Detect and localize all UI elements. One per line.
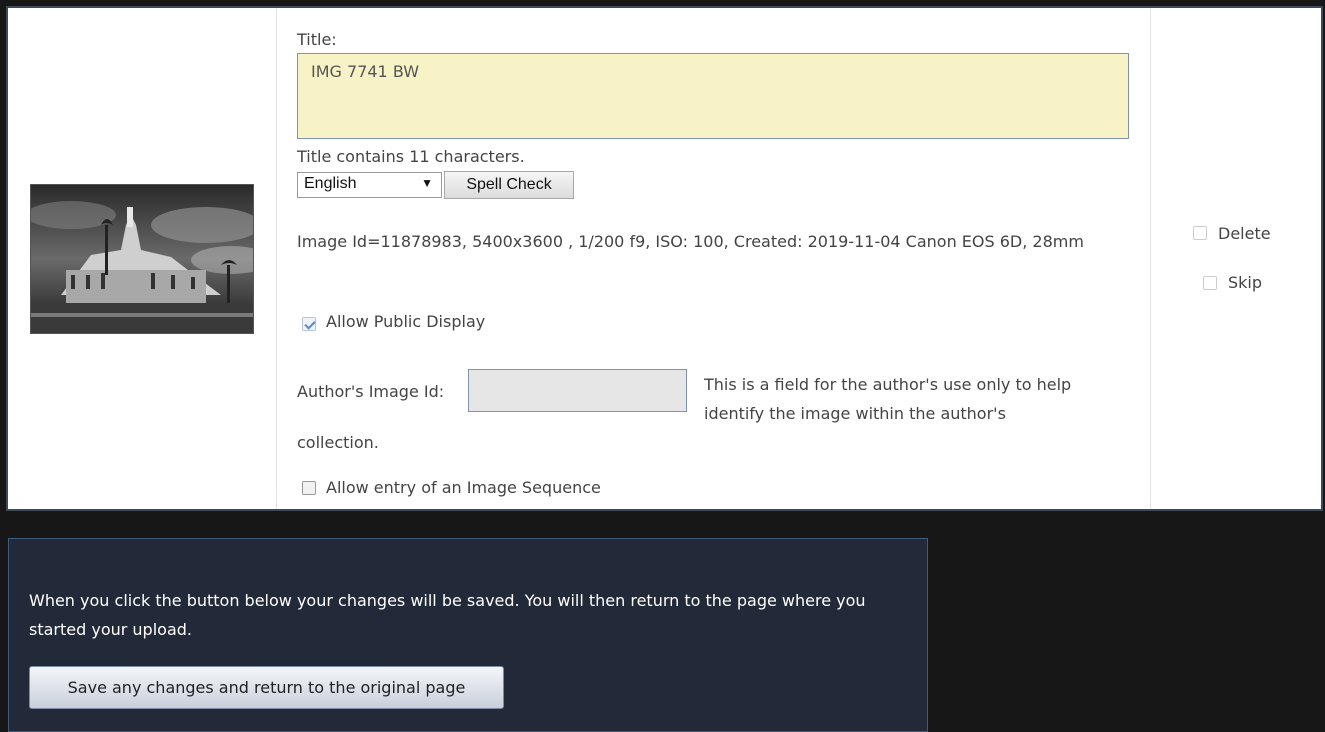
skip-checkbox[interactable] <box>1203 276 1217 290</box>
author-image-id-help: This is a field for the author's use onl… <box>704 375 1072 423</box>
public-display-label: Allow Public Display <box>326 312 486 331</box>
author-help-continuation: collection. <box>297 433 379 452</box>
title-field[interactable]: IMG 7741 BW <box>297 53 1129 139</box>
save-and-return-button[interactable]: Save any changes and return to the origi… <box>29 666 504 709</box>
spell-check-button[interactable]: Spell Check <box>444 171 574 199</box>
image-sequence-label: Allow entry of an Image Sequence <box>326 478 601 497</box>
save-panel: When you click the button below your cha… <box>8 538 928 732</box>
language-select-value: English <box>304 175 357 192</box>
thumbnail-cell <box>8 8 277 509</box>
public-display-checkbox[interactable] <box>302 317 316 331</box>
image-edit-row: Title: IMG 7741 BW Title contains 11 cha… <box>6 6 1323 511</box>
save-instructions: When you click the button below your cha… <box>29 591 866 639</box>
cathedral-photo <box>31 185 253 333</box>
image-sequence-checkbox[interactable] <box>302 481 316 495</box>
title-label: Title: <box>297 30 337 49</box>
author-image-id-input[interactable] <box>468 369 687 412</box>
delete-checkbox[interactable] <box>1193 226 1207 240</box>
author-image-id-label: Author's Image Id: <box>297 382 445 401</box>
image-thumbnail <box>30 184 254 334</box>
skip-label: Skip <box>1228 273 1263 292</box>
delete-label: Delete <box>1218 224 1271 243</box>
image-info: Image Id=11878983, 5400x3600 , 1/200 f9,… <box>297 232 1084 251</box>
title-character-count: Title contains 11 characters. <box>297 147 525 166</box>
details-cell: Title: IMG 7741 BW Title contains 11 cha… <box>277 8 1151 509</box>
language-select[interactable]: English ▼ <box>297 172 442 198</box>
dropdown-arrow-icon: ▼ <box>421 176 433 190</box>
actions-cell: Delete Skip <box>1151 8 1321 509</box>
